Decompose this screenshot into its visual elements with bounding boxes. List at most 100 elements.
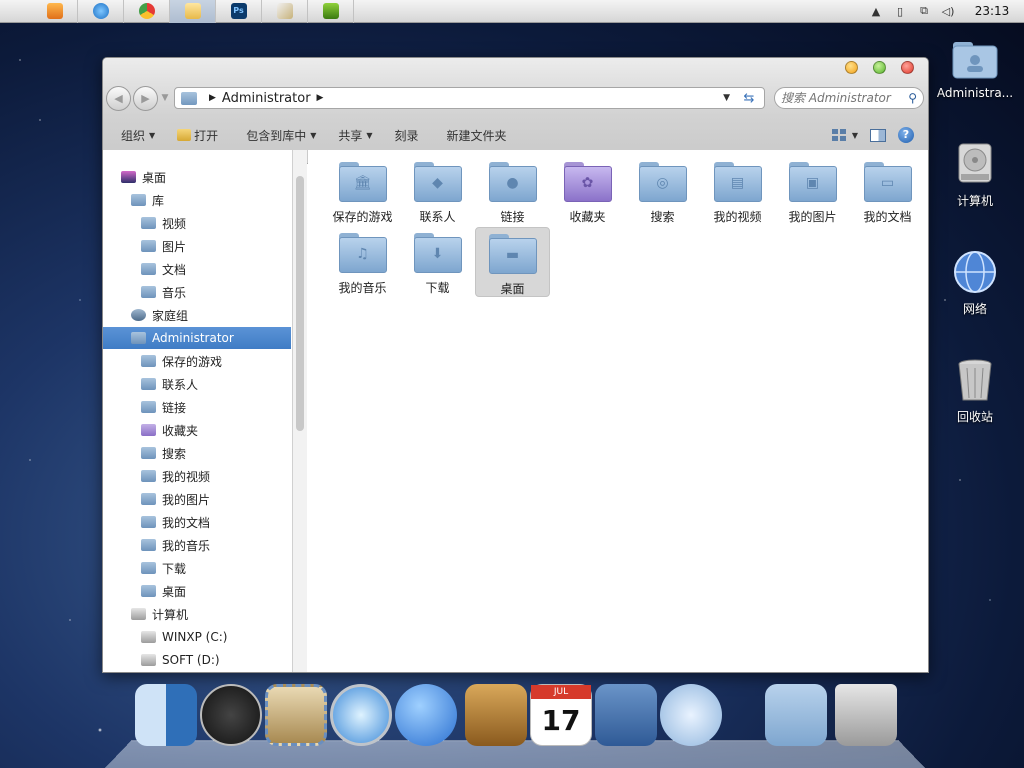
share-menu[interactable]: 共享 ▼ (338, 127, 372, 144)
close-button[interactable] (901, 61, 914, 74)
taskbar-app-media-player[interactable] (32, 0, 78, 23)
chevron-down-icon: ▼ (366, 130, 373, 140)
clock[interactable]: 23:13 (960, 4, 1024, 18)
dock-item-itunes[interactable] (660, 684, 722, 746)
taskbar-app-pen[interactable] (262, 0, 308, 23)
minimize-button[interactable] (845, 61, 858, 74)
folder-emblem-icon: ▬ (505, 247, 520, 263)
purple-icon (141, 424, 156, 436)
open-button[interactable]: 打开 (177, 127, 218, 144)
dock-item-ichat[interactable] (395, 684, 457, 746)
dock-item-finder[interactable] (135, 684, 197, 746)
nav-item-label: 我的图片 (162, 492, 211, 507)
taskbar-app-photoshop[interactable]: Ps (216, 0, 262, 23)
folder-item[interactable]: ▭ 我的文档 (850, 156, 925, 226)
desktop-icon-recycle-bin[interactable]: 回收站 (935, 356, 1015, 425)
nav-item[interactable]: 我的图片 (103, 488, 291, 510)
taskbar-app-chrome[interactable] (124, 0, 170, 23)
nav-item[interactable]: 链接 (103, 396, 291, 418)
navigation-row: ◀ ▶ ▼ ▶ Administrator ▶ ▼ ⇆ ⚲ (103, 83, 928, 113)
dock-item-ical[interactable]: JUL 17 (530, 684, 592, 746)
desktop-icon-computer[interactable]: 计算机 (935, 140, 1015, 209)
nav-item[interactable]: 收藏夹 (103, 419, 291, 441)
tray-arrow-icon[interactable]: ▲ (864, 5, 888, 18)
nav-item[interactable]: WINXP (C:) (103, 626, 291, 648)
maximize-button[interactable] (873, 61, 886, 74)
folder-item[interactable]: ✿ 收藏夹 (550, 156, 625, 226)
nav-item[interactable]: 桌面 (103, 166, 291, 188)
dock-item-trash[interactable] (835, 684, 897, 746)
breadcrumb-separator-icon[interactable]: ▶ (317, 93, 324, 103)
nav-item[interactable]: 库 (103, 189, 291, 211)
nav-item[interactable]: 我的音乐 (103, 534, 291, 556)
folder-item[interactable]: ▣ 我的图片 (775, 156, 850, 226)
desktop-icon-administrator[interactable]: Administra... (935, 34, 1015, 100)
search-box[interactable]: ⚲ (774, 87, 924, 109)
desktop-icon-label: 网络 (962, 302, 987, 316)
nav-item[interactable]: 计算机 (103, 603, 291, 625)
folder-item[interactable]: ◎ 搜索 (625, 156, 700, 226)
search-icon[interactable]: ⚲ (908, 91, 917, 105)
command-bar: 组织 ▼ 打开 包含到库中 ▼ 共享 ▼ 刻录 新建文件夹 ▼ ? (103, 119, 928, 151)
nav-item[interactable]: 视频 (103, 212, 291, 234)
tray-network-icon[interactable]: ⧉ (912, 4, 936, 18)
nav-item[interactable]: 桌面 (103, 580, 291, 602)
folder-item[interactable]: ⬇ 下载 (400, 227, 475, 297)
folder-item[interactable]: ▬ 桌面 (475, 227, 550, 297)
taskbar-app-ie[interactable] (78, 0, 124, 23)
nav-item-label: 桌面 (142, 170, 167, 185)
nav-item-label: Administrator (152, 331, 234, 345)
nav-item[interactable]: 下载 (103, 557, 291, 579)
search-input[interactable] (781, 91, 901, 105)
organize-menu[interactable]: 组织 ▼ (121, 127, 155, 144)
folder-item[interactable]: ● 链接 (475, 156, 550, 226)
breadcrumb-item[interactable]: Administrator (222, 91, 311, 106)
explorer-window: ◀ ▶ ▼ ▶ Administrator ▶ ▼ ⇆ ⚲ 组织 ▼ (102, 57, 929, 673)
nav-item[interactable]: 我的文档 (103, 511, 291, 533)
breadcrumb-separator-icon[interactable]: ▶ (209, 93, 216, 103)
folder-icon (141, 562, 156, 574)
burn-button[interactable]: 刻录 (395, 127, 419, 144)
dock-item-safari[interactable] (330, 684, 392, 746)
dock-item-iphoto[interactable] (595, 684, 657, 746)
nav-item[interactable]: 联系人 (103, 373, 291, 395)
nav-item[interactable]: SOFT (D:) (103, 649, 291, 671)
refresh-icon[interactable]: ⇆ (738, 91, 760, 106)
dock-item-downloads[interactable] (765, 684, 827, 746)
change-view-icon[interactable] (831, 129, 846, 141)
taskbar-app-nvidia[interactable] (308, 0, 354, 23)
nav-item[interactable]: 保存的游戏 (103, 350, 291, 372)
nav-item[interactable]: 音乐 (103, 281, 291, 303)
nav-item[interactable]: 搜索 (103, 442, 291, 464)
folder-item[interactable]: 🏛 保存的游戏 (325, 156, 400, 226)
folder-item[interactable]: ▤ 我的视频 (700, 156, 775, 226)
forward-button[interactable]: ▶ (133, 85, 158, 111)
nav-item[interactable]: 文档 (103, 258, 291, 280)
scrollbar-thumb[interactable] (296, 176, 304, 431)
folder-item[interactable]: ◆ 联系人 (400, 156, 475, 226)
back-button[interactable]: ◀ (106, 85, 131, 111)
navigation-scrollbar[interactable] (293, 150, 307, 672)
new-folder-button[interactable]: 新建文件夹 (447, 127, 507, 144)
nav-item[interactable]: 图片 (103, 235, 291, 257)
recent-pages-dropdown[interactable]: ▼ (159, 93, 171, 103)
desktop-icon-network[interactable]: 网络 (935, 248, 1015, 317)
address-dropdown-icon[interactable]: ▼ (723, 93, 730, 103)
folder-icon (141, 355, 156, 367)
nav-item[interactable]: 家庭组 (103, 304, 291, 326)
nav-item[interactable]: Administrator (103, 327, 291, 349)
tray-volume-icon[interactable]: ◁) (936, 5, 960, 18)
dock-item-address-book[interactable] (465, 684, 527, 746)
tray-device-icon[interactable]: ▯ (888, 5, 912, 18)
dock-item-mail[interactable] (265, 684, 327, 746)
help-icon[interactable]: ? (898, 127, 914, 143)
include-in-library-menu[interactable]: 包含到库中 ▼ (246, 127, 316, 144)
chevron-down-icon[interactable]: ▼ (852, 131, 858, 140)
taskbar-app-explorer[interactable] (170, 0, 216, 23)
folder-label: 搜索 (650, 210, 675, 224)
address-bar[interactable]: ▶ Administrator ▶ ▼ ⇆ (174, 87, 765, 109)
nav-item[interactable]: 我的视频 (103, 465, 291, 487)
preview-pane-icon[interactable] (870, 128, 886, 142)
dock-item-dashboard[interactable] (200, 684, 262, 746)
folder-item[interactable]: ♫ 我的音乐 (325, 227, 400, 297)
